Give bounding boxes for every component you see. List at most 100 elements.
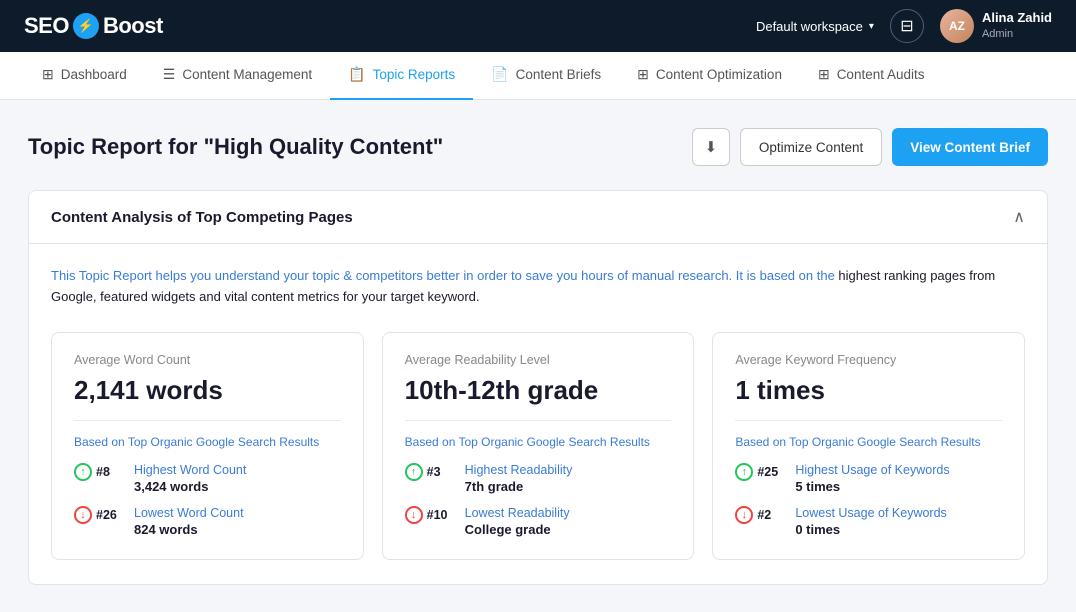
highest-badge-word-count: ↑ #8 [74,463,124,481]
lowest-badge-keyword-frequency: ↓ #2 [735,506,785,524]
notification-button[interactable]: ⊟ [890,9,924,43]
page-content: Topic Report for "High Quality Content" … [0,100,1076,609]
lowest-rank-readability: #10 [427,508,448,522]
nav-item-topic-reports[interactable]: 📋 Topic Reports [330,52,473,100]
highest-value-word-count: 3,424 words [134,479,246,494]
lowest-label-word-count: Lowest Word Count [134,506,244,520]
lowest-rank-keyword-frequency: #2 [757,508,771,522]
down-icon-word-count: ↓ [74,506,92,524]
content-management-icon: ☰ [163,66,176,83]
chevron-down-icon: ▾ [869,21,874,32]
stat-value-keyword-frequency: 1 times [735,375,1002,421]
content-optimization-icon: ⊞ [637,66,649,83]
logo-text-after: Boost [103,13,163,39]
notification-icon: ⊟ [900,16,913,36]
view-content-brief-button[interactable]: View Content Brief [892,128,1048,166]
stat-detail-highest-readability: Highest Readability 7th grade [465,463,573,494]
chevron-up-icon: ∧ [1013,207,1025,227]
info-text: This Topic Report helps you understand y… [51,266,1025,308]
nav-item-content-optimization[interactable]: ⊞ Content Optimization [619,52,800,100]
nav-item-content-audits[interactable]: ⊞ Content Audits [800,52,943,100]
stat-row-highest-readability: ↑ #3 Highest Readability 7th grade [405,463,672,494]
stat-detail-highest-word-count: Highest Word Count 3,424 words [134,463,246,494]
content-audits-icon: ⊞ [818,66,830,83]
info-highlight: highest ranking pages from Google, featu… [51,268,995,304]
stat-label-readability: Average Readability Level [405,353,672,367]
logo-text-before: SEO [24,13,69,39]
highest-label-word-count: Highest Word Count [134,463,246,477]
highest-label-readability: Highest Readability [465,463,573,477]
nav-item-content-management[interactable]: ☰ Content Management [145,52,330,100]
stats-grid: Average Word Count 2,141 words Based on … [51,332,1025,560]
dashboard-icon: ⊞ [42,66,54,83]
up-icon-readability: ↑ [405,463,423,481]
stat-detail-lowest-readability: Lowest Readability College grade [465,506,570,537]
highest-value-keyword-frequency: 5 times [795,479,949,494]
logo: SEO ⚡ Boost [24,13,163,39]
topic-reports-icon: 📋 [348,66,365,83]
nav-item-content-briefs[interactable]: 📄 Content Briefs [473,52,619,100]
lowest-rank-word-count: #26 [96,508,117,522]
lowest-value-readability: College grade [465,522,570,537]
card-header-title: Content Analysis of Top Competing Pages [51,209,353,226]
collapse-button[interactable]: ∧ [1013,207,1025,227]
lowest-label-keyword-frequency: Lowest Usage of Keywords [795,506,946,520]
lowest-label-readability: Lowest Readability [465,506,570,520]
avatar: AZ [940,9,974,43]
content-briefs-icon: 📄 [491,66,508,83]
page-title: Topic Report for "High Quality Content" [28,134,443,160]
highest-rank-word-count: #8 [96,465,110,479]
nav-label-content-audits: Content Audits [837,67,925,82]
analysis-card: Content Analysis of Top Competing Pages … [28,190,1048,585]
lowest-value-word-count: 824 words [134,522,244,537]
lowest-value-keyword-frequency: 0 times [795,522,946,537]
stat-row-lowest-keyword-frequency: ↓ #2 Lowest Usage of Keywords 0 times [735,506,1002,537]
user-name: Alina Zahid [982,10,1052,27]
stat-detail-lowest-keyword-frequency: Lowest Usage of Keywords 0 times [795,506,946,537]
stat-label-keyword-frequency: Average Keyword Frequency [735,353,1002,367]
stat-card-keyword-frequency: Average Keyword Frequency 1 times Based … [712,332,1025,560]
stat-source-word-count: Based on Top Organic Google Search Resul… [74,435,341,449]
stat-detail-lowest-word-count: Lowest Word Count 824 words [134,506,244,537]
highest-value-readability: 7th grade [465,479,573,494]
optimize-content-button[interactable]: Optimize Content [740,128,882,166]
card-header: Content Analysis of Top Competing Pages … [29,191,1047,244]
highest-badge-readability: ↑ #3 [405,463,455,481]
user-role: Admin [982,27,1052,41]
lowest-badge-readability: ↓ #10 [405,506,455,524]
nav-label-dashboard: Dashboard [61,67,127,82]
download-button[interactable]: ⬇ [692,128,730,166]
stat-row-highest-keyword-frequency: ↑ #25 Highest Usage of Keywords 5 times [735,463,1002,494]
up-icon-word-count: ↑ [74,463,92,481]
nav-label-content-management: Content Management [182,67,312,82]
page-header: Topic Report for "High Quality Content" … [28,128,1048,166]
lowest-badge-word-count: ↓ #26 [74,506,124,524]
nav-label-content-briefs: Content Briefs [516,67,602,82]
up-icon-keyword-frequency: ↑ [735,463,753,481]
stat-value-readability: 10th-12th grade [405,375,672,421]
user-profile[interactable]: AZ Alina Zahid Admin [940,9,1052,43]
stat-row-lowest-word-count: ↓ #26 Lowest Word Count 824 words [74,506,341,537]
avatar-info: Alina Zahid Admin [982,10,1052,41]
stat-detail-highest-keyword-frequency: Highest Usage of Keywords 5 times [795,463,949,494]
stat-card-word-count: Average Word Count 2,141 words Based on … [51,332,364,560]
nav-bar: ⊞ Dashboard ☰ Content Management 📋 Topic… [0,52,1076,100]
highest-rank-keyword-frequency: #25 [757,465,778,479]
stat-card-readability: Average Readability Level 10th-12th grad… [382,332,695,560]
nav-label-topic-reports: Topic Reports [373,67,456,82]
highest-badge-keyword-frequency: ↑ #25 [735,463,785,481]
nav-label-content-optimization: Content Optimization [656,67,782,82]
stat-value-word-count: 2,141 words [74,375,341,421]
stat-label-word-count: Average Word Count [74,353,341,367]
header-right: Default workspace ▾ ⊟ AZ Alina Zahid Adm… [756,9,1052,43]
down-icon-readability: ↓ [405,506,423,524]
workspace-label: Default workspace [756,19,863,34]
workspace-selector[interactable]: Default workspace ▾ [756,19,874,34]
stat-row-highest-word-count: ↑ #8 Highest Word Count 3,424 words [74,463,341,494]
down-icon-keyword-frequency: ↓ [735,506,753,524]
stat-row-lowest-readability: ↓ #10 Lowest Readability College grade [405,506,672,537]
card-body: This Topic Report helps you understand y… [29,244,1047,584]
stat-source-keyword-frequency: Based on Top Organic Google Search Resul… [735,435,1002,449]
nav-item-dashboard[interactable]: ⊞ Dashboard [24,52,145,100]
header-actions: ⬇ Optimize Content View Content Brief [692,128,1048,166]
